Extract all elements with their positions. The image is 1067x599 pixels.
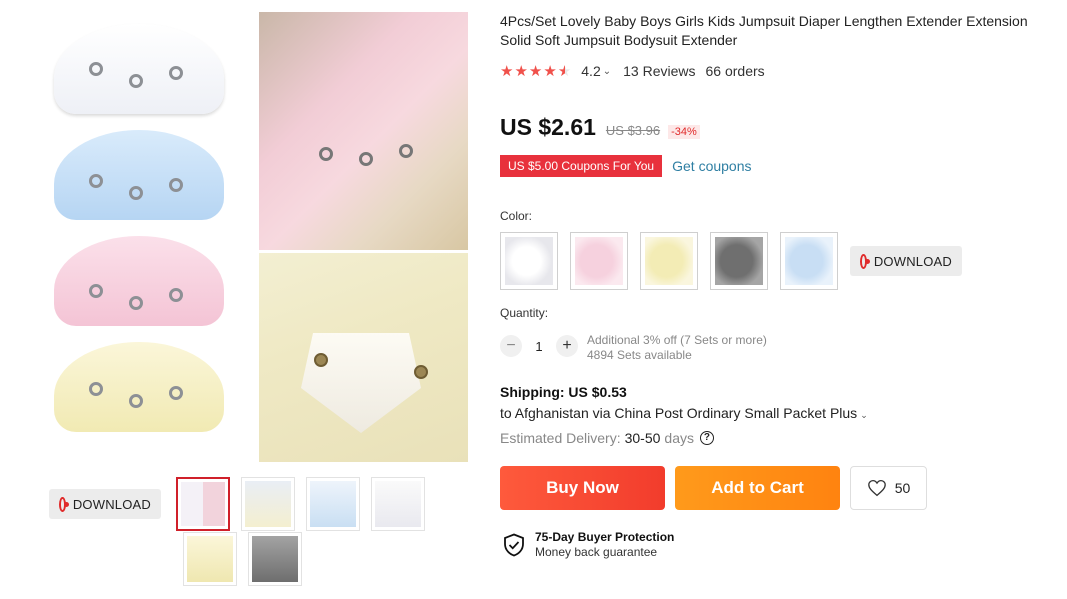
stock-available-text: 4894 Sets available (587, 348, 692, 362)
current-price: US $2.61 (500, 114, 596, 140)
rating-value[interactable]: 4.2 (581, 63, 600, 79)
shipping-route-text: to Afghanistan via China Post Ordinary S… (500, 405, 858, 421)
heart-icon (867, 479, 886, 497)
protection-subtitle: Money back guarantee (535, 545, 658, 559)
quantity-info: Additional 3% off (7 Sets or more) 4894 … (587, 333, 767, 363)
yellow-extender-pad (54, 342, 224, 432)
reviews-link[interactable]: 13 Reviews (623, 63, 695, 79)
color-download-button[interactable]: DOWNLOAD (850, 246, 962, 276)
gallery-download-button[interactable]: DOWNLOAD (49, 489, 161, 519)
download-icon (860, 253, 870, 269)
thumbnail-3[interactable] (306, 477, 360, 531)
star-icon: ★ (500, 62, 514, 80)
coupon-row: US $5.00 Coupons For You Get coupons (500, 155, 752, 177)
image-panel-pink-closeup (259, 12, 468, 250)
discount-badge: -34% (668, 125, 700, 139)
get-coupons-link[interactable]: Get coupons (672, 158, 751, 174)
quantity-increase-button[interactable]: + (556, 335, 578, 357)
quantity-input[interactable]: 1 (522, 339, 556, 354)
original-price: US $3.96 (605, 123, 661, 138)
chevron-down-icon[interactable]: ⌄ (603, 66, 611, 77)
help-icon[interactable]: ? (699, 431, 714, 445)
color-swatch-gray[interactable] (710, 232, 768, 290)
thumbnail-5[interactable] (183, 532, 237, 586)
color-download-label: DOWNLOAD (873, 253, 952, 269)
blue-extender-pad (54, 130, 224, 220)
delivery-label: Estimated Delivery: (500, 430, 621, 446)
image-panel-white-closeup (259, 253, 468, 462)
quantity-decrease-button[interactable]: − (500, 335, 522, 357)
delivery-value: 30-50 (624, 430, 661, 446)
quantity-stepper: − 1 + (500, 335, 578, 357)
buy-now-button[interactable]: Buy Now (500, 466, 665, 510)
wishlist-button[interactable]: 50 (850, 466, 927, 510)
shipping-cost: Shipping: US $0.53 (500, 384, 627, 400)
color-label: Color: (500, 209, 533, 223)
coupon-badge[interactable]: US $5.00 Coupons For You (500, 155, 663, 177)
thumbnail-6[interactable] (248, 532, 302, 586)
rating-stars: ★ ★ ★ ★ ★ (500, 64, 571, 79)
product-title: 4Pcs/Set Lovely Baby Boys Girls Kids Jum… (500, 13, 1028, 48)
bulk-discount-text: Additional 3% off (7 Sets or more) (587, 333, 767, 347)
main-product-image[interactable] (40, 12, 468, 462)
color-swatch-blue[interactable] (780, 232, 838, 290)
shipping-method[interactable]: to Afghanistan via China Post Ordinary S… (500, 405, 868, 421)
quantity-label: Quantity: (500, 306, 549, 320)
star-icon: ★ (514, 62, 528, 80)
price-row: US $2.61 US $3.96 -34% (500, 114, 700, 141)
shield-check-icon (504, 533, 524, 557)
star-half-icon: ★ (557, 62, 572, 80)
estimated-delivery: Estimated Delivery: 30-50 days ? (500, 430, 714, 446)
color-swatch-yellow[interactable] (640, 232, 698, 290)
buyer-protection: 75-Day Buyer Protection Money back guara… (503, 530, 674, 560)
protection-title: 75-Day Buyer Protection (535, 530, 675, 544)
orders-count: 66 orders (705, 63, 765, 79)
color-swatch-white[interactable] (500, 232, 558, 290)
pink-extender-pad (54, 236, 224, 326)
add-to-cart-button[interactable]: Add to Cart (675, 466, 840, 510)
thumbnail-4[interactable] (371, 477, 425, 531)
gallery-download-label: DOWNLOAD (72, 496, 151, 512)
white-extender-pad (54, 24, 224, 114)
delivery-unit: days (664, 430, 694, 446)
thumbnail-1[interactable] (176, 477, 230, 531)
star-icon: ★ (543, 62, 557, 80)
chevron-down-icon: ⌄ (860, 410, 868, 420)
color-swatch-pink[interactable] (570, 232, 628, 290)
image-panel-four-pads (40, 12, 256, 462)
rating-row: ★ ★ ★ ★ ★ 4.2 ⌄ 13 Reviews 66 orders (500, 62, 765, 80)
star-icon: ★ (528, 62, 543, 80)
wishlist-count: 50 (894, 480, 911, 496)
download-icon (59, 496, 69, 512)
thumbnail-2[interactable] (241, 477, 295, 531)
